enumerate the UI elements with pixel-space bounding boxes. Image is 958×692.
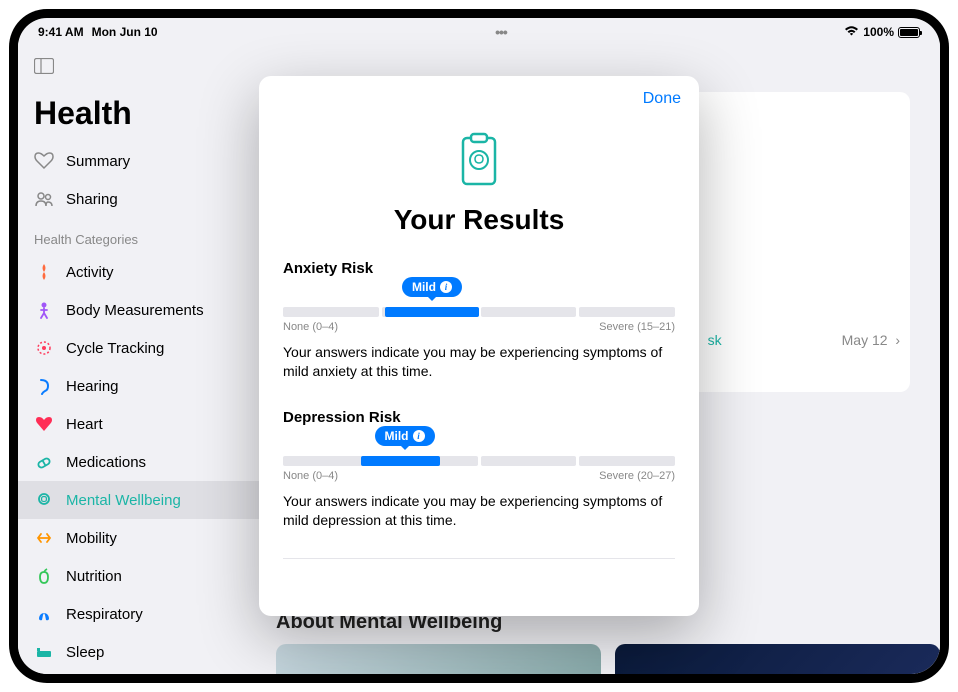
done-button[interactable]: Done <box>643 90 681 108</box>
info-icon[interactable]: i <box>440 281 452 293</box>
info-icon[interactable]: i <box>413 430 425 442</box>
screen: 9:41 AM Mon Jun 10 ••• 100% Health Summa… <box>18 18 940 674</box>
result-description: Your answers indicate you may be experie… <box>283 343 675 381</box>
result-slider: Mildi <box>283 307 675 317</box>
result-badge[interactable]: Mildi <box>402 277 462 297</box>
result-label: Depression Risk <box>283 409 675 426</box>
result-block-depression-risk: Depression Risk Mildi None (0–4) Severe … <box>283 409 675 530</box>
slider-min-label: None (0–4) <box>283 470 338 482</box>
result-badge[interactable]: Mildi <box>375 426 435 446</box>
modal-overlay: Done Your Results Anxiety Risk Mildi Non… <box>18 18 940 674</box>
result-block-anxiety-risk: Anxiety Risk Mildi None (0–4) Severe (15… <box>283 260 675 381</box>
modal-title: Your Results <box>283 204 675 236</box>
slider-max-label: Severe (20–27) <box>599 470 675 482</box>
results-modal: Done Your Results Anxiety Risk Mildi Non… <box>259 76 699 616</box>
slider-max-label: Severe (15–21) <box>599 321 675 333</box>
modal-divider <box>283 558 675 559</box>
result-slider: Mildi <box>283 456 675 466</box>
slider-min-label: None (0–4) <box>283 321 338 333</box>
ipad-frame: 9:41 AM Mon Jun 10 ••• 100% Health Summa… <box>9 9 949 683</box>
result-label: Anxiety Risk <box>283 260 675 277</box>
result-description: Your answers indicate you may be experie… <box>283 492 675 530</box>
clipboard-brain-icon <box>455 132 503 188</box>
